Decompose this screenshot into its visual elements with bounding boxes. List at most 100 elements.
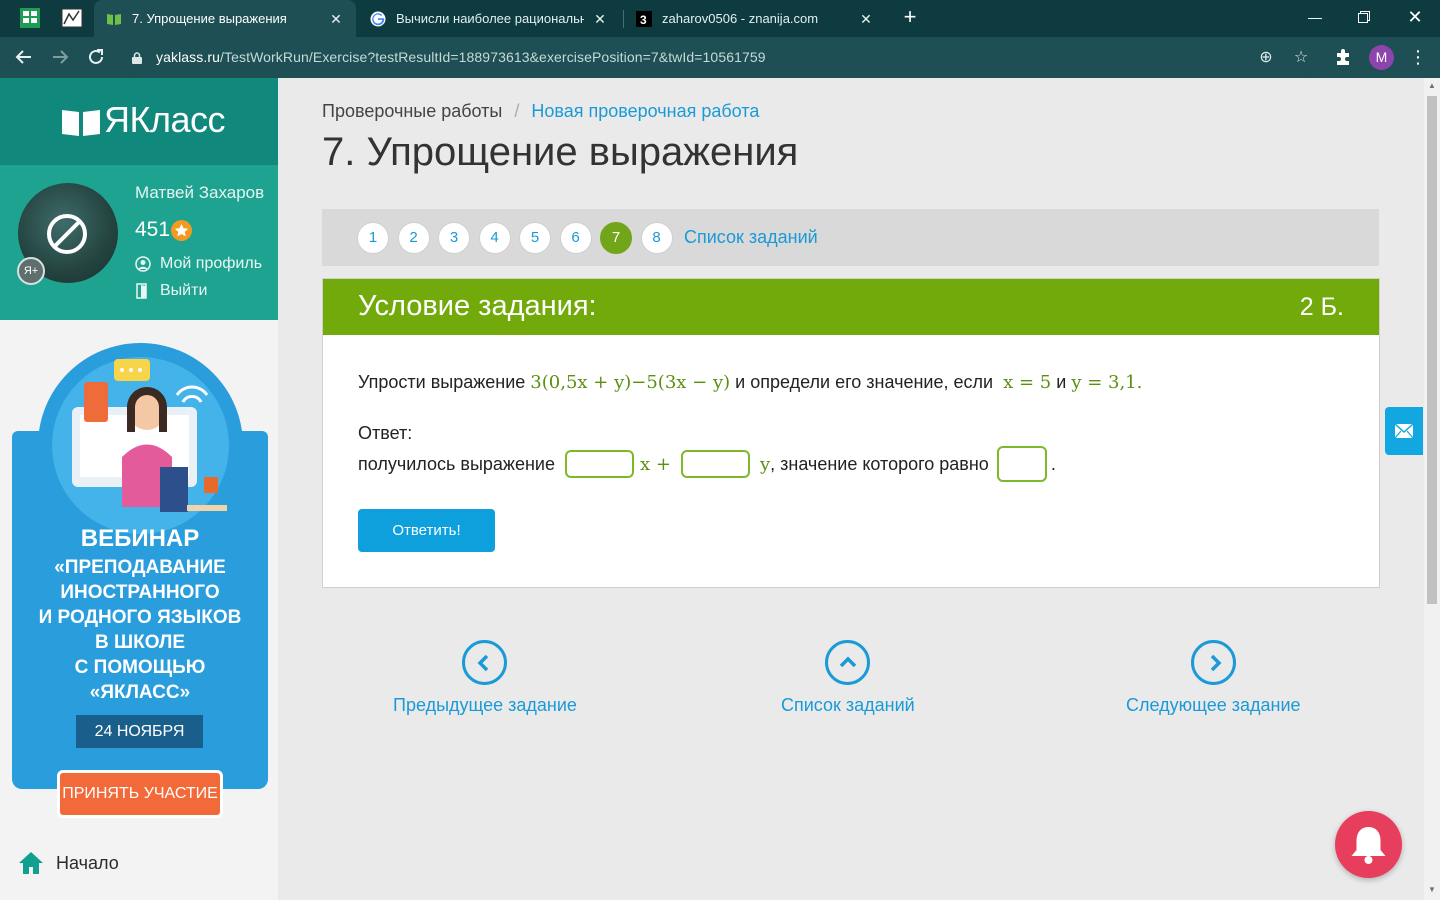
- reload-icon[interactable]: [84, 45, 108, 69]
- tab-title: Вычисли наиболее рациональн: [396, 11, 584, 26]
- task-header: Условие задания: 2 Б.: [323, 279, 1379, 335]
- forward-arrow-icon[interactable]: [48, 45, 72, 69]
- address-bar[interactable]: yaklass.ru/TestWorkRun/Exercise?testResu…: [118, 41, 1323, 74]
- coefficient-y-input[interactable]: [680, 450, 750, 478]
- profile-link-label: Мой профиль: [160, 255, 263, 272]
- answer-end: .: [1050, 453, 1056, 474]
- new-tab-button[interactable]: +: [898, 6, 922, 30]
- promo-date: 24 НОЯБРЯ: [76, 715, 203, 748]
- condition-x: x = 5: [1003, 372, 1052, 393]
- task-card: Условие задания: 2 Б. Упрости выражение …: [322, 278, 1380, 588]
- task-number-button[interactable]: 5: [519, 221, 551, 254]
- yaklass-favicon-icon: [106, 11, 122, 27]
- expression: 3(0,5x + y)−5(3x − y): [530, 372, 731, 393]
- close-icon[interactable]: ✕: [328, 11, 344, 27]
- logo-area[interactable]: ЯКласс: [0, 78, 278, 165]
- submit-answer-button[interactable]: Ответить!: [358, 509, 495, 552]
- page-title: 7. Упрощение выражения: [322, 130, 799, 174]
- task-points: 2 Б.: [1299, 293, 1344, 321]
- add-circle-icon[interactable]: ⊕: [1257, 49, 1275, 67]
- notifications-bell-button[interactable]: [1335, 811, 1402, 878]
- breadcrumb: Проверочные работы / Новая проверочная раб…: [322, 101, 759, 122]
- task-number-button[interactable]: 4: [478, 221, 511, 254]
- profile-link[interactable]: Мой профиль: [135, 255, 262, 273]
- url-text[interactable]: yaklass.ru/TestWorkRun/Exercise?testResu…: [156, 49, 766, 65]
- tab-znanija[interactable]: 3 zaharov0506 - znanija.com ✕: [624, 0, 886, 37]
- back-arrow-icon[interactable]: [12, 45, 36, 69]
- graph-app-icon[interactable]: [60, 6, 84, 30]
- task-number-button[interactable]: 3: [438, 221, 470, 254]
- task-number-button-active[interactable]: 7: [600, 221, 632, 254]
- task-number-button[interactable]: 6: [559, 221, 592, 254]
- tab-google[interactable]: Вычисли наиболее рациональн ✕: [358, 0, 620, 37]
- logout-link[interactable]: Выйти: [135, 282, 207, 300]
- sidebar-item-home[interactable]: Начало: [18, 851, 119, 875]
- close-window-button[interactable]: ✕: [1392, 0, 1438, 34]
- minimize-button[interactable]: —: [1292, 0, 1338, 34]
- task-list-link[interactable]: Список заданий: [684, 227, 818, 248]
- tab-yaklass[interactable]: 7. Упрощение выражения ✕: [94, 0, 356, 37]
- tab-title: 7. Упрощение выражения: [132, 11, 287, 26]
- sidebar-item-label: Начало: [56, 852, 119, 873]
- user-circle-icon: [135, 256, 151, 272]
- mail-icon: [1394, 423, 1414, 439]
- close-icon[interactable]: ✕: [858, 11, 874, 27]
- next-task-link[interactable]: Следующее задание: [1126, 640, 1301, 716]
- bottom-task-list-link[interactable]: Список заданий: [781, 640, 915, 716]
- task-question: Упрости выражение 3(0,5x + y)−5(3x − y) …: [358, 372, 1142, 393]
- promo-line: «ПРЕПОДАВАНИЕ: [54, 557, 226, 578]
- menu-kebab-icon[interactable]: ⋮: [1409, 45, 1427, 69]
- condition-y: y = 3,1: [1071, 372, 1137, 393]
- scroll-down-arrow-icon[interactable]: ▼: [1428, 886, 1436, 894]
- task-number-button[interactable]: 2: [397, 221, 430, 254]
- promo-line: С ПОМОЩЬЮ: [74, 657, 206, 678]
- banned-avatar-icon: [46, 213, 88, 255]
- promo-line: ИНОСТРАННОГО: [60, 582, 220, 603]
- promo-join-button[interactable]: ПРИНЯТЬ УЧАСТИЕ: [57, 770, 223, 818]
- task-list-label: Список заданий: [781, 695, 915, 715]
- browser-tabbar: 7. Упрощение выражения ✕ Вычисли наиболе…: [0, 0, 1440, 37]
- webinar-promo-banner[interactable]: ВЕБИНАР «ПРЕПОДАВАНИЕ ИНОСТРАННОГО И РОД…: [12, 343, 268, 818]
- promo-line: «ЯКЛАСС»: [89, 682, 191, 703]
- answer-prefix: получилось выражение: [358, 453, 555, 474]
- task-number-button[interactable]: 8: [640, 221, 673, 254]
- logout-link-label: Выйти: [160, 282, 208, 299]
- extensions-puzzle-icon[interactable]: [1334, 45, 1358, 69]
- feedback-mail-button[interactable]: [1385, 407, 1423, 455]
- star-icon: [171, 220, 192, 241]
- coefficient-x-input[interactable]: [564, 450, 634, 478]
- previous-task-link[interactable]: Предыдущее задание: [393, 640, 577, 716]
- page-scrollbar[interactable]: ▲ ▼: [1424, 78, 1440, 900]
- chevron-right-icon: [1190, 640, 1236, 685]
- scroll-up-arrow-icon[interactable]: ▲: [1428, 82, 1436, 90]
- question-end: .: [1136, 372, 1143, 393]
- value-input[interactable]: [996, 446, 1047, 482]
- sidebar: ЯКласс Я+ Матвей Захаров 451 Мой профиль…: [0, 78, 278, 900]
- star-icon[interactable]: ☆: [1292, 49, 1310, 67]
- task-pager: 1 2 3 4 5 6 7 8 Список заданий: [322, 209, 1379, 266]
- main-content: Проверочные работы / Новая проверочная раб…: [280, 78, 1424, 900]
- restore-button[interactable]: [1341, 0, 1387, 34]
- tab-title: zaharov0506 - znanija.com: [662, 11, 819, 26]
- question-text: и определи его значение, если: [735, 372, 994, 392]
- scrollbar-thumb[interactable]: [1427, 96, 1437, 604]
- breadcrumb-root[interactable]: Проверочные работы: [322, 101, 502, 121]
- sheets-icon[interactable]: [18, 6, 42, 30]
- breadcrumb-current[interactable]: Новая проверочная работа: [531, 101, 759, 121]
- task-number-button[interactable]: 1: [357, 221, 389, 254]
- user-points: 451: [135, 218, 171, 241]
- next-task-label: Следующее задание: [1126, 695, 1301, 715]
- answer-suffix: , значение которого равно: [770, 453, 989, 474]
- chevron-left-icon: [462, 640, 508, 685]
- profile-card: Я+ Матвей Захаров 451 Мой профиль Выйти: [0, 165, 278, 320]
- breadcrumb-separator: /: [514, 101, 520, 121]
- logout-door-icon: [135, 283, 151, 299]
- question-text: Упрости выражение: [358, 372, 526, 392]
- user-name[interactable]: Матвей Захаров: [135, 183, 264, 203]
- brand-name: ЯКласс: [104, 99, 226, 140]
- lock-icon[interactable]: [132, 51, 142, 64]
- profile-avatar[interactable]: M: [1369, 45, 1394, 70]
- plus-badge-icon: Я+: [17, 257, 45, 285]
- close-icon[interactable]: ✕: [592, 11, 608, 27]
- browser-toolbar: yaklass.ru/TestWorkRun/Exercise?testResu…: [0, 37, 1440, 78]
